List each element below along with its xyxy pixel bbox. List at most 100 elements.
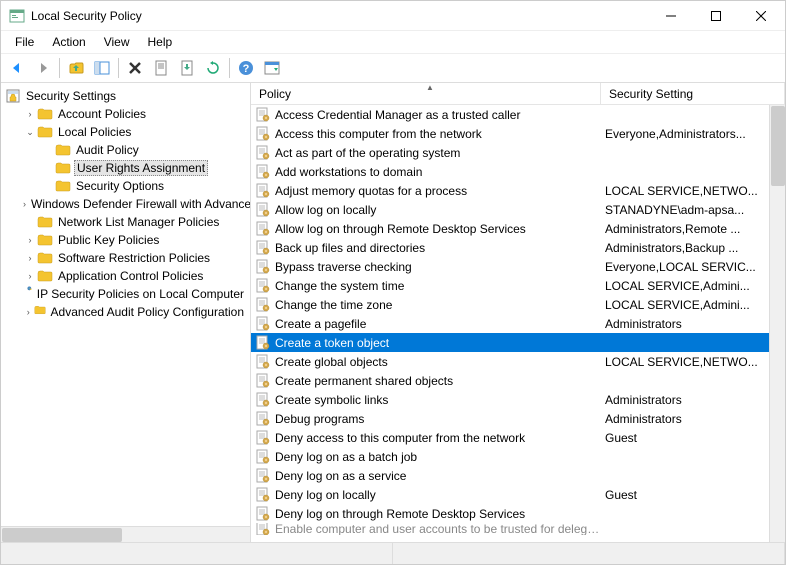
policy-icon <box>255 523 271 535</box>
policy-row[interactable]: Access Credential Manager as a trusted c… <box>251 105 785 124</box>
tree-node[interactable]: IP Security Policies on Local Computer <box>1 285 250 303</box>
close-button[interactable] <box>738 2 783 30</box>
policy-row[interactable]: Act as part of the operating system <box>251 143 785 162</box>
policy-row[interactable]: Create a pagefileAdministrators <box>251 314 785 333</box>
policy-name: Create permanent shared objects <box>275 374 605 388</box>
list-vertical-scrollbar[interactable] <box>769 105 785 542</box>
show-hide-tree-button[interactable] <box>90 56 114 80</box>
policy-icon <box>255 468 271 484</box>
tree-node-label: Windows Defender Firewall with Advanced … <box>29 197 251 211</box>
chevron-right-icon[interactable]: › <box>23 233 37 247</box>
tree-node[interactable]: ›Windows Defender Firewall with Advanced… <box>1 195 250 213</box>
policy-row[interactable]: Enable computer and user accounts to be … <box>251 523 785 535</box>
chevron-down-icon[interactable]: ⌄ <box>23 125 37 139</box>
chevron-right-icon[interactable]: › <box>23 197 26 211</box>
tree-node-label: IP Security Policies on Local Computer <box>35 287 246 301</box>
up-button[interactable] <box>64 56 88 80</box>
policy-row[interactable]: Deny log on as a batch job <box>251 447 785 466</box>
tree-node-label: Account Policies <box>56 107 148 121</box>
policy-icon <box>255 107 271 123</box>
menu-help[interactable]: Help <box>140 33 181 51</box>
column-header-setting[interactable]: Security Setting <box>601 83 785 104</box>
policy-row[interactable]: Create global objectsLOCAL SERVICE,NETWO… <box>251 352 785 371</box>
menubar: File Action View Help <box>1 31 785 53</box>
menu-action[interactable]: Action <box>44 33 93 51</box>
policy-setting: STANADYNE\adm-apsa... <box>605 203 785 217</box>
back-button[interactable] <box>5 56 29 80</box>
policy-setting: LOCAL SERVICE,Admini... <box>605 298 785 312</box>
tree-node[interactable]: User Rights Assignment <box>1 159 250 177</box>
ipsec-icon <box>27 286 32 302</box>
policy-icon <box>255 506 271 522</box>
folder-icon <box>37 232 53 248</box>
policy-row[interactable]: Create a token object <box>251 333 785 352</box>
policy-name: Bypass traverse checking <box>275 260 605 274</box>
list-body[interactable]: Access Credential Manager as a trusted c… <box>251 105 785 542</box>
security-settings-icon <box>5 88 21 104</box>
chevron-right-icon[interactable]: › <box>23 107 37 121</box>
tree-node[interactable]: ›Software Restriction Policies <box>1 249 250 267</box>
chevron-right-icon <box>41 179 55 193</box>
scrollbar-thumb[interactable] <box>2 528 122 542</box>
chevron-right-icon[interactable]: › <box>23 251 37 265</box>
delete-button[interactable] <box>123 56 147 80</box>
tree-horizontal-scrollbar[interactable] <box>1 526 250 542</box>
policy-row[interactable]: Deny log on locallyGuest <box>251 485 785 504</box>
refresh-button[interactable] <box>201 56 225 80</box>
maximize-button[interactable] <box>693 2 738 30</box>
tree-node[interactable]: › Advanced Audit Policy Configuration <box>1 303 250 321</box>
policy-icon <box>255 126 271 142</box>
tree-node-label: Advanced Audit Policy Configuration <box>49 305 246 319</box>
folder-icon <box>37 268 53 284</box>
policy-row[interactable]: Change the system timeLOCAL SERVICE,Admi… <box>251 276 785 295</box>
tree-node[interactable]: Network List Manager Policies <box>1 213 250 231</box>
policy-name: Create a token object <box>275 336 605 350</box>
minimize-button[interactable] <box>648 2 693 30</box>
help-button[interactable]: ? <box>234 56 258 80</box>
properties-button[interactable] <box>149 56 173 80</box>
chevron-right-icon[interactable]: › <box>23 269 37 283</box>
tree-node[interactable]: › Account Policies <box>1 105 250 123</box>
policy-row[interactable]: Add workstations to domain <box>251 162 785 181</box>
menu-file[interactable]: File <box>7 33 42 51</box>
policy-row[interactable]: Deny log on as a service <box>251 466 785 485</box>
policy-icon <box>255 202 271 218</box>
policy-row[interactable]: Create permanent shared objects <box>251 371 785 390</box>
export-list-button[interactable] <box>175 56 199 80</box>
tree-node-label: Security Settings <box>24 89 118 103</box>
policy-name: Deny log on as a service <box>275 469 605 483</box>
policy-row[interactable]: Allow log on through Remote Desktop Serv… <box>251 219 785 238</box>
chevron-right-icon[interactable]: › <box>23 305 34 319</box>
scrollbar-thumb[interactable] <box>771 106 785 186</box>
titlebar: Local Security Policy <box>1 1 785 31</box>
list-pane: Policy Security Setting ▲ Access Credent… <box>251 83 785 542</box>
policy-row[interactable]: Bypass traverse checkingEveryone,LOCAL S… <box>251 257 785 276</box>
policy-row[interactable]: Change the time zoneLOCAL SERVICE,Admini… <box>251 295 785 314</box>
tree-root[interactable]: Security Settings <box>1 87 250 105</box>
tree-pane[interactable]: Security Settings › Account Policies ⌄Loca… <box>1 83 251 542</box>
forward-button[interactable] <box>31 56 55 80</box>
policy-row[interactable]: Access this computer from the networkEve… <box>251 124 785 143</box>
tree-node[interactable]: Audit Policy <box>1 141 250 159</box>
menu-view[interactable]: View <box>96 33 138 51</box>
tree-node[interactable]: Security Options <box>1 177 250 195</box>
policy-row[interactable]: Back up files and directoriesAdministrat… <box>251 238 785 257</box>
policy-row[interactable]: Create symbolic linksAdministrators <box>251 390 785 409</box>
tree-node[interactable]: ›Application Control Policies <box>1 267 250 285</box>
policy-row[interactable]: Deny access to this computer from the ne… <box>251 428 785 447</box>
tree-node[interactable]: ⌄Local Policies <box>1 123 250 141</box>
policy-row[interactable]: Adjust memory quotas for a processLOCAL … <box>251 181 785 200</box>
chevron-right-icon <box>41 161 55 175</box>
policy-row[interactable]: Debug programsAdministrators <box>251 409 785 428</box>
policy-setting: LOCAL SERVICE,Admini... <box>605 279 785 293</box>
policy-row[interactable]: Allow log on locallySTANADYNE\adm-apsa..… <box>251 200 785 219</box>
policy-name: Act as part of the operating system <box>275 146 605 160</box>
chevron-right-icon <box>41 143 55 157</box>
policy-icon <box>255 240 271 256</box>
tree-node-label: Network List Manager Policies <box>56 215 221 229</box>
action-button[interactable] <box>260 56 284 80</box>
tree-node[interactable]: ›Public Key Policies <box>1 231 250 249</box>
policy-row[interactable]: Deny log on through Remote Desktop Servi… <box>251 504 785 523</box>
policy-icon <box>255 449 271 465</box>
policy-name: Deny log on locally <box>275 488 605 502</box>
